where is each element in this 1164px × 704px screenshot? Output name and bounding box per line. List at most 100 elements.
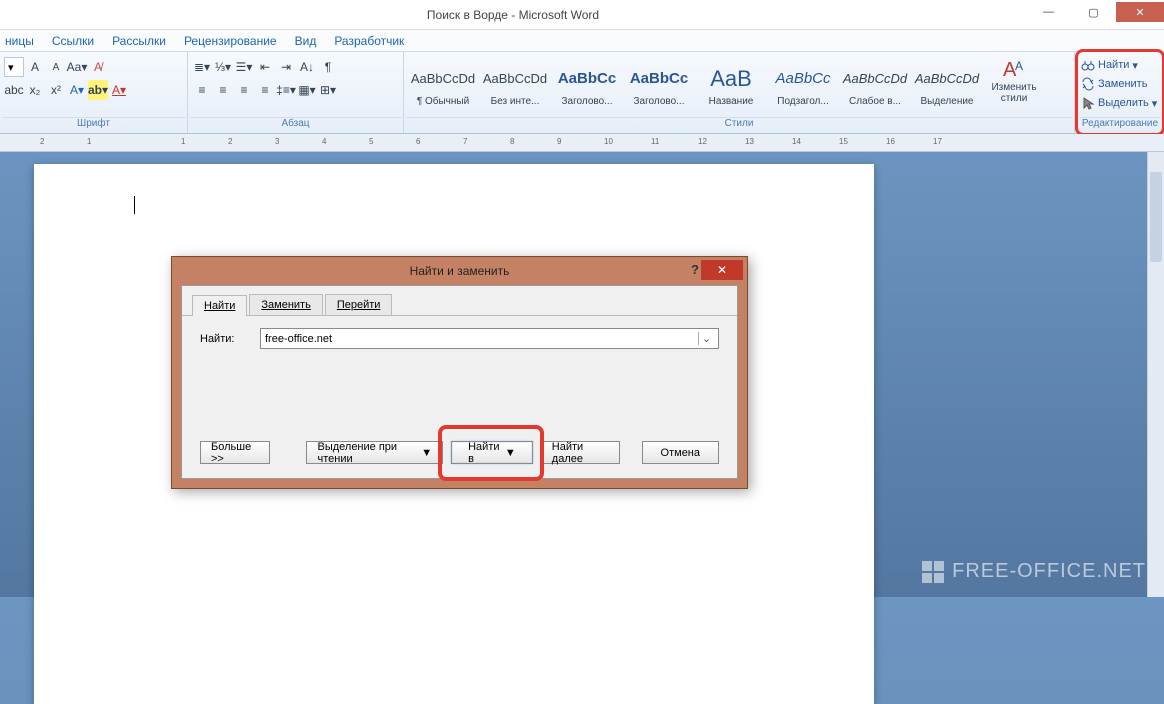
change-styles-button[interactable]: AA Изменить стили [984,54,1044,106]
find-in-button[interactable]: Найти в▼ [451,441,533,464]
clear-format-icon[interactable]: A̸ [88,57,108,77]
dialog-tab-replace-label: Заменить [261,299,310,311]
superscript-icon[interactable]: x² [46,80,66,100]
shrink-font-icon[interactable]: A [46,57,66,77]
tab-pages[interactable]: ницы [5,34,34,48]
dialog-tab-goto-label: Перейти [337,299,381,311]
font-size-select[interactable]: ▾ [4,57,24,77]
watermark-text: FREE-OFFICE.NET [952,560,1146,583]
select-label: Выделить [1098,97,1149,109]
find-input-value: free-office.net [265,333,332,345]
grow-font-icon[interactable]: A [25,57,45,77]
dialog-tab-find-label: Найти [204,300,235,312]
close-button[interactable]: ✕ [1116,2,1164,22]
style-item-7[interactable]: AaBbCcDdВыделение [912,54,982,112]
multilevel-icon[interactable]: ☰▾ [234,57,254,77]
line-spacing-icon[interactable]: ‡≡▾ [276,80,296,100]
windows-logo-icon [922,561,944,583]
scrollbar-thumb[interactable] [1150,172,1162,262]
style-item-0[interactable]: AaBbCcDd¶ Обычный [408,54,478,112]
group-paragraph: ≣▾ ⅓▾ ☰▾ ⇤ ⇥ A↓ ¶ ≡ ≡ ≡ ≡ ‡≡▾ ▦▾ ⊞▾ Абза… [188,52,404,133]
more-button-label: Больше >> [211,441,259,465]
dialog-tab-replace[interactable]: Заменить [249,294,322,315]
tab-links[interactable]: Ссылки [52,34,94,48]
dialog-title: Найти и заменить [410,264,510,278]
strike-icon[interactable]: abc [4,80,24,100]
reading-highlight-button[interactable]: Выделение при чтении▼ [306,441,443,464]
outdent-icon[interactable]: ⇤ [255,57,275,77]
dialog-tab-find[interactable]: Найти [192,295,247,316]
svg-text:A: A [1015,59,1023,73]
find-in-label: Найти в [468,441,501,465]
align-center-icon[interactable]: ≡ [213,80,233,100]
text-effects-icon[interactable]: A▾ [67,80,87,100]
tab-developer[interactable]: Разработчик [334,34,404,48]
dialog-tab-goto[interactable]: Перейти [325,294,393,315]
subscript-icon[interactable]: x₂ [25,80,45,100]
font-color-icon[interactable]: A▾ [109,80,129,100]
ribbon-tabs: ницы Ссылки Рассылки Рецензирование Вид … [0,30,1164,52]
style-item-2[interactable]: AaBbCcЗаголово... [552,54,622,112]
style-item-5[interactable]: AaBbCcПодзагол... [768,54,838,112]
show-marks-icon[interactable]: ¶ [318,57,338,77]
cancel-button[interactable]: Отмена [642,441,719,464]
group-font-label: Шрифт [2,117,185,133]
numbering-icon[interactable]: ⅓▾ [213,57,233,77]
find-input-dropdown[interactable]: ⌄ [698,332,714,345]
text-cursor [134,196,135,214]
dialog-titlebar[interactable]: Найти и заменить ? ✕ [172,257,747,285]
tab-mailings[interactable]: Рассылки [112,34,166,48]
replace-label: Заменить [1098,78,1147,90]
group-styles-label: Стили [406,117,1072,133]
group-editing: Найти▾ Заменить Выделить▾ Редактирование [1075,49,1164,136]
titlebar: Поиск в Ворде - Microsoft Word — ▢ ✕ [0,0,1164,30]
change-styles-icon: AA [1001,56,1027,82]
align-right-icon[interactable]: ≡ [234,80,254,100]
watermark: FREE-OFFICE.NET [922,560,1146,583]
sort-icon[interactable]: A↓ [297,57,317,77]
dialog-help-button[interactable]: ? [691,262,699,277]
find-next-button[interactable]: Найти далее [541,441,620,464]
style-item-6[interactable]: AaBbCcDdСлабое в... [840,54,910,112]
minimize-button[interactable]: — [1026,2,1071,22]
borders-icon[interactable]: ⊞▾ [318,80,338,100]
tab-view[interactable]: Вид [295,34,317,48]
justify-icon[interactable]: ≡ [255,80,275,100]
reading-highlight-label: Выделение при чтении [317,441,417,465]
style-item-4[interactable]: AaBНазвание [696,54,766,112]
find-label: Найти [1098,59,1129,71]
dialog-tabs: Найти Заменить Перейти [182,286,737,316]
select-button[interactable]: Выделить▾ [1081,94,1157,112]
cancel-button-label: Отмена [661,447,700,459]
find-label: Найти: [200,333,250,345]
maximize-button[interactable]: ▢ [1071,2,1116,22]
dialog-close-button[interactable]: ✕ [701,260,743,280]
vertical-scrollbar[interactable] [1147,152,1164,597]
group-styles: AaBbCcDd¶ ОбычныйAaBbCcDdБез инте...AaBb… [404,52,1075,133]
more-button[interactable]: Больше >> [200,441,270,464]
find-input[interactable]: free-office.net ⌄ [260,328,719,349]
replace-icon [1081,77,1095,91]
tab-review[interactable]: Рецензирование [184,34,277,48]
bullets-icon[interactable]: ≣▾ [192,57,212,77]
style-item-3[interactable]: AaBbCcЗаголово... [624,54,694,112]
group-paragraph-label: Абзац [190,117,401,133]
find-button[interactable]: Найти▾ [1081,56,1138,74]
replace-button[interactable]: Заменить [1081,75,1147,93]
window-title: Поиск в Ворде - Microsoft Word [0,8,1026,22]
shading-icon[interactable]: ▦▾ [297,80,317,100]
align-left-icon[interactable]: ≡ [192,80,212,100]
horizontal-ruler[interactable]: 3211234567891011121314151617 [0,134,1164,152]
group-editing-label: Редактирование [1079,117,1161,133]
highlight-icon[interactable]: ab▾ [88,80,108,100]
ribbon: ▾ A A Aa▾ A̸ abc x₂ x² A▾ ab▾ A▾ Шрифт ≣… [0,52,1164,134]
indent-icon[interactable]: ⇥ [276,57,296,77]
find-next-label: Найти далее [552,441,609,465]
group-font: ▾ A A Aa▾ A̸ abc x₂ x² A▾ ab▾ A▾ Шрифт [0,52,188,133]
cursor-icon [1081,96,1095,110]
change-styles-label: Изменить стили [986,82,1042,104]
binoculars-icon [1081,58,1095,72]
style-item-1[interactable]: AaBbCcDdБез инте... [480,54,550,112]
find-replace-dialog: Найти и заменить ? ✕ Найти Заменить Пере… [171,256,748,489]
change-case-icon[interactable]: Aa▾ [67,57,87,77]
